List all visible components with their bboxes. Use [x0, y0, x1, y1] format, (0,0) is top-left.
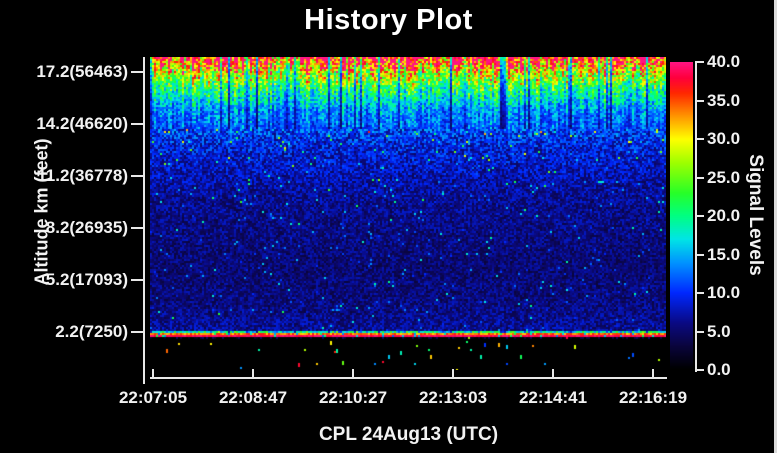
x-tick-label: 22:14:41	[498, 388, 608, 408]
y-tick-label: 14.2(46620)	[2, 114, 128, 134]
colorbar-tick	[695, 254, 704, 256]
colorbar-tick	[695, 215, 704, 217]
y-tick	[131, 175, 143, 177]
x-axis-title: CPL 24Aug13 (UTC)	[150, 424, 667, 446]
plot-title: History Plot	[0, 4, 777, 37]
colorbar-tick	[695, 292, 704, 294]
x-tick	[352, 369, 354, 378]
colorbar-tick	[695, 138, 704, 140]
colorbar-axis-line	[695, 62, 697, 372]
x-tick-label: 22:08:47	[198, 388, 308, 408]
colorbar-tick-label: 10.0	[707, 283, 767, 303]
colorbar-tick-label: 30.0	[707, 129, 767, 149]
heatmap-canvas	[150, 57, 666, 370]
y-tick	[131, 279, 143, 281]
x-tick	[252, 369, 254, 378]
x-tick	[652, 369, 654, 378]
y-tick	[131, 227, 143, 229]
x-tick-label: 22:07:05	[98, 388, 208, 408]
y-tick-label: 11.2(36778)	[2, 166, 128, 186]
colorbar-tick	[695, 177, 704, 179]
y-tick	[131, 331, 143, 333]
x-tick-label: 22:13:03	[398, 388, 508, 408]
x-axis-line	[150, 377, 667, 379]
colorbar-tick	[695, 100, 704, 102]
colorbar-tick-label: 25.0	[707, 168, 767, 188]
x-tick	[552, 369, 554, 378]
y-tick-label: 8.2(26935)	[2, 218, 128, 238]
colorbar-tick-label: 20.0	[707, 206, 767, 226]
y-tick-label: 17.2(56463)	[2, 62, 128, 82]
y-tick	[131, 71, 143, 73]
colorbar-tick	[695, 369, 704, 371]
colorbar-tick	[695, 61, 704, 63]
colorbar-tick-label: 15.0	[707, 245, 767, 265]
colorbar-tick-label: 5.0	[707, 322, 767, 342]
y-tick	[131, 123, 143, 125]
history-plot-figure: History Plot Altitude km (feet) CPL 24Au…	[0, 0, 777, 453]
y-axis-title: Altitude km (feet)	[32, 138, 53, 285]
x-tick	[152, 369, 154, 378]
x-tick-label: 22:10:27	[298, 388, 408, 408]
y-tick-label: 2.2(7250)	[2, 322, 128, 342]
colorbar-tick-label: 0.0	[707, 360, 767, 380]
colorbar-tick-label: 40.0	[707, 52, 767, 72]
y-axis-line	[143, 57, 145, 384]
x-tick-label: 22:16:19	[598, 388, 708, 408]
colorbar-tick	[695, 331, 704, 333]
colorbar-gradient	[670, 62, 693, 370]
colorbar-tick-label: 35.0	[707, 91, 767, 111]
x-tick	[452, 369, 454, 378]
y-tick-label: 5.2(17093)	[2, 270, 128, 290]
